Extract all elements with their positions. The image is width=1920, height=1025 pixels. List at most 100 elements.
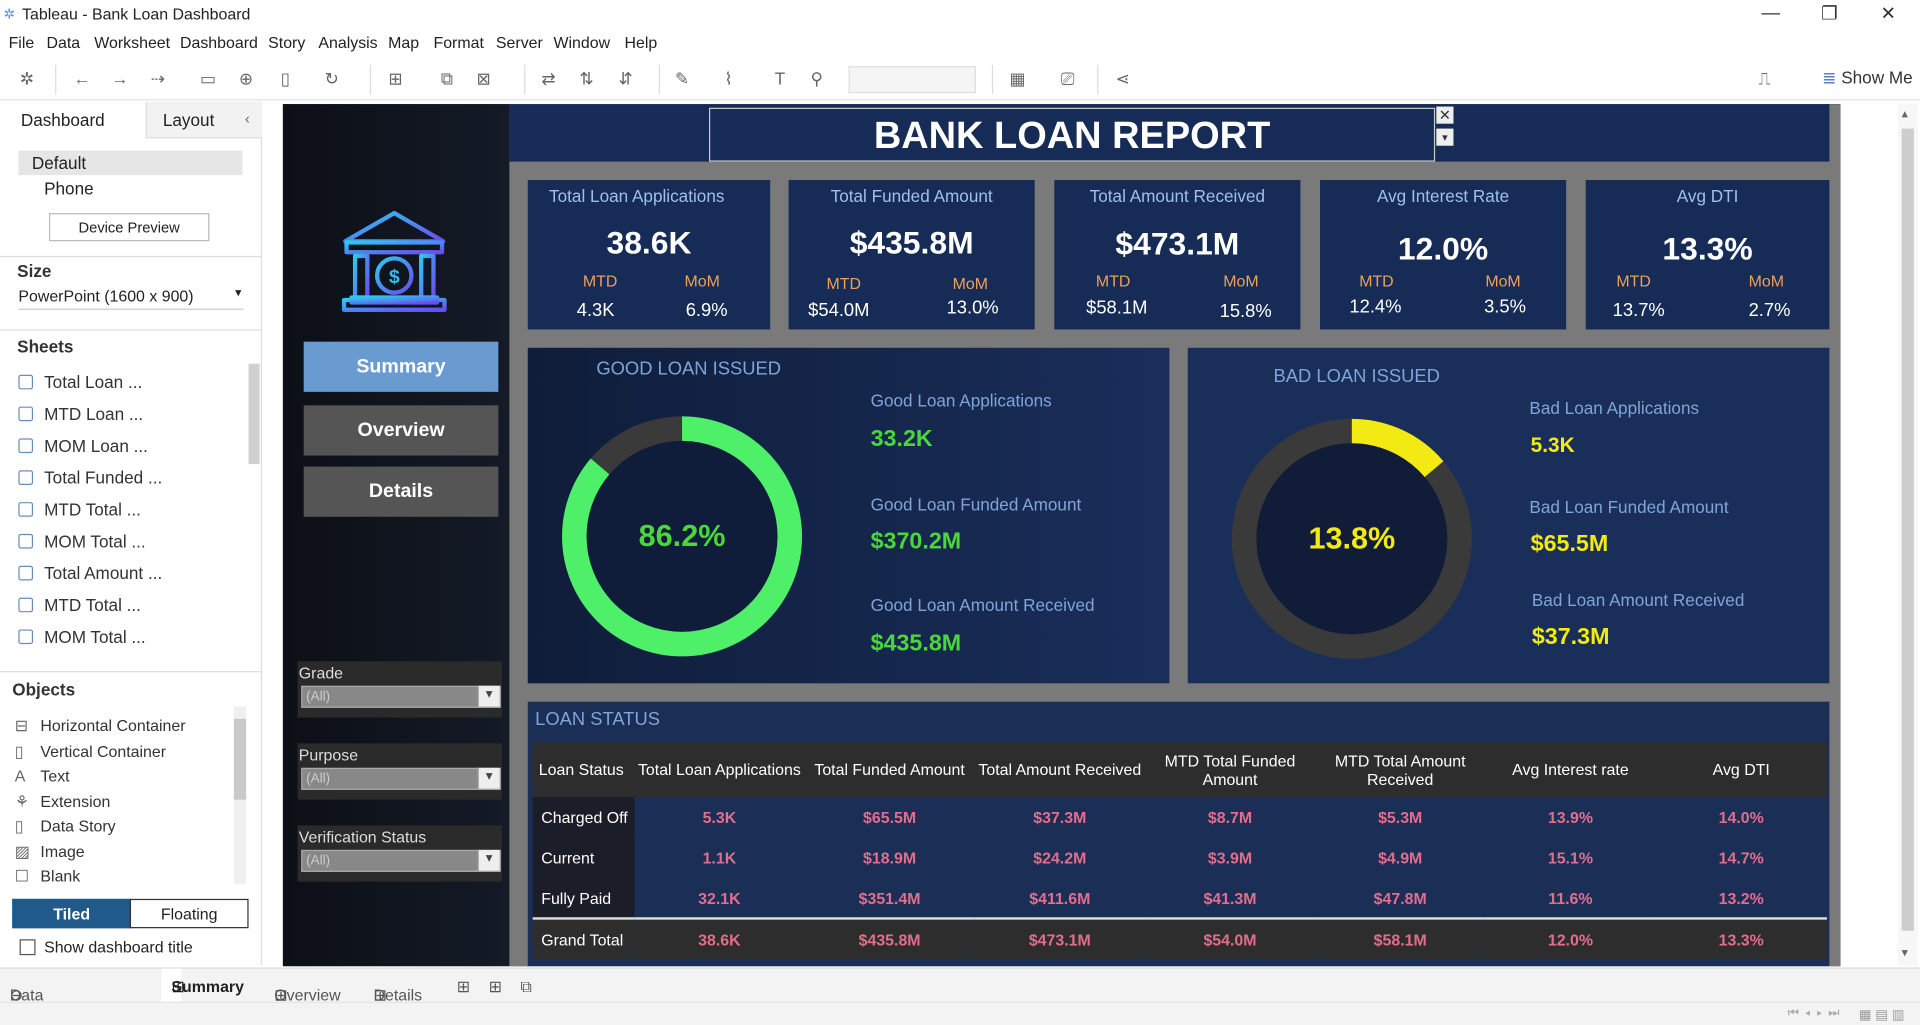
replay-icon[interactable]: ⇢ [147,67,169,89]
close-icon[interactable]: ✕ [1436,106,1454,124]
menu-window[interactable]: Window [553,33,610,51]
show-title-checkbox[interactable] [19,939,36,956]
bad-applications-value: 5.3K [1530,433,1575,457]
sheet-icon [18,374,34,390]
sheet-icon [18,502,34,517]
sheet-item[interactable]: MTD Total ... [18,500,141,519]
menu-dashboard[interactable]: Dashboard [180,33,258,51]
sheet-item[interactable]: MOM Total ... [18,531,146,552]
new-sheet-icon[interactable]: ⊞ [457,977,470,997]
share-icon[interactable]: ⋖ [1112,67,1134,89]
collapse-pane-icon[interactable]: ‹ [245,110,250,127]
sheet-item[interactable]: Total Amount ... [18,563,162,583]
scroll-down-icon[interactable]: ▾ [1902,947,1908,960]
table-cell: $37.3M [1033,808,1087,827]
tab-summary[interactable]: ⊞ Summary [161,968,244,1003]
scroll-up-icon[interactable]: ▴ [1902,108,1908,121]
size-select[interactable]: PowerPoint (1600 x 900) ▾ [18,287,244,310]
menu-file[interactable]: File [9,33,35,51]
kpi-mtd-label: MTD [1616,271,1651,291]
pause-updates-icon[interactable]: ▯ [274,67,296,89]
object-extension[interactable]: ⚘ Extension [15,792,111,812]
object-text[interactable]: A Text [15,767,70,785]
redo-icon[interactable]: → [109,67,131,89]
sheet-item[interactable]: MOM Loan ... [18,436,148,456]
new-datasource-icon[interactable]: ⊕ [235,67,257,89]
close-icon[interactable]: ✕ [1870,2,1907,26]
save-icon[interactable]: ▭ [197,67,219,89]
fit-dropdown[interactable] [848,66,976,94]
new-dashboard-icon[interactable]: ⊞ [489,977,502,997]
menu-worksheet[interactable]: Worksheet [94,33,170,51]
menu-format[interactable]: Format [433,33,483,51]
pin-icon[interactable]: ⚲ [806,67,828,89]
object-blank[interactable]: ☐ Blank [15,867,81,887]
verification-status-dropdown[interactable]: (All) [301,849,501,872]
sheet-label: MOM Total ... [44,531,146,552]
bad-funded-value: $65.5M [1530,531,1609,558]
table-cell: $3.9M [1207,848,1253,868]
table-cell: $47.8M [1373,888,1427,907]
table-cell: 13.2% [1718,888,1764,907]
table-cell: $65.5M [863,808,917,827]
canvas-scrollbar[interactable]: ▴ ▾ [1897,104,1918,967]
kpi-mom-label: MoM [1485,271,1521,291]
menu-help[interactable]: Help [624,33,657,51]
highlight-icon[interactable]: ✎ [671,67,693,89]
pagination-icons[interactable]: ⏮◂▸⏭ [1788,1007,1846,1020]
tiled-button[interactable]: Tiled [12,898,132,929]
swap-icon[interactable]: ⇄ [538,67,560,89]
nav-summary-button[interactable]: Summary [303,341,499,392]
tableau-icon[interactable]: ✲ [16,67,38,89]
device-preview-button[interactable]: Device Preview [48,213,210,242]
restore-icon[interactable]: ❐ [1811,2,1848,26]
sheet-item[interactable]: Total Loan ... [18,372,142,392]
refresh-icon[interactable]: ↻ [321,67,343,89]
format-workbook-icon[interactable]: ⎍ [1753,67,1775,89]
sheet-item[interactable]: Total Funded ... [18,468,162,487]
sort-descending-icon[interactable]: ⇵ [615,67,637,89]
view-toggle-icons[interactable]: ▦ ▤ ▥ [1859,1007,1905,1023]
grade-dropdown[interactable]: (All) [301,685,501,708]
more-options-icon[interactable]: ▾ [1436,128,1454,146]
device-default[interactable]: Default [18,150,243,176]
object-data-story[interactable]: ▯ Data Story [15,817,116,837]
device-phone[interactable]: Phone [44,179,94,199]
table-cell: 12.0% [1485,917,1656,959]
sheet-item[interactable]: MTD Loan ... [18,404,143,424]
group-icon[interactable]: ⌇ [718,67,740,89]
dashboard-pane: Dashboard Layout ‹ Default Phone Device … [0,101,263,965]
tab-dashboard[interactable]: Dashboard [0,101,146,139]
object-image[interactable]: ▨ Image [15,843,85,863]
object-vertical-container[interactable]: ▯ Vertical Container [15,742,166,762]
sheets-scrollbar[interactable] [248,363,260,465]
tab-label: Summary [171,977,244,996]
clear-sheet-icon[interactable]: ⊠ [473,67,495,89]
new-sheet-icon[interactable]: ⊞ [384,67,406,89]
nav-details-button[interactable]: Details [303,466,499,517]
show-cards-icon[interactable]: ▦ [1007,67,1029,89]
nav-overview-button[interactable]: Overview [303,405,499,456]
menu-server[interactable]: Server [496,33,543,51]
labels-icon[interactable]: T [769,67,791,89]
floating-button[interactable]: Floating [129,898,249,929]
show-me-button[interactable]: ≣ Show Me [1822,67,1913,88]
new-story-icon[interactable]: ⧉ [520,977,531,997]
presentation-icon[interactable]: ⎚ [1057,67,1079,89]
purpose-dropdown[interactable]: (All) [301,767,501,790]
undo-icon[interactable]: ← [71,67,93,89]
column-header: Avg DTI [1655,742,1827,798]
sheet-item[interactable]: MTD Total ... [18,595,141,615]
menu-story[interactable]: Story [268,33,305,51]
bank-icon: $ [341,210,447,312]
menu-map[interactable]: Map [388,33,419,51]
object-horizontal-container[interactable]: ⊟ Horizontal Container [15,716,186,736]
objects-scrollbar[interactable] [233,706,247,885]
duplicate-sheet-icon[interactable]: ⧉ [436,67,458,89]
minimize-icon[interactable]: — [1752,2,1789,26]
sheet-item[interactable]: MOM Total ... [18,627,146,647]
menu-data[interactable]: Data [47,33,81,51]
menu-analysis[interactable]: Analysis [318,33,377,51]
kpi-mom-label: MoM [684,271,720,291]
sort-ascending-icon[interactable]: ⇅ [576,67,598,89]
